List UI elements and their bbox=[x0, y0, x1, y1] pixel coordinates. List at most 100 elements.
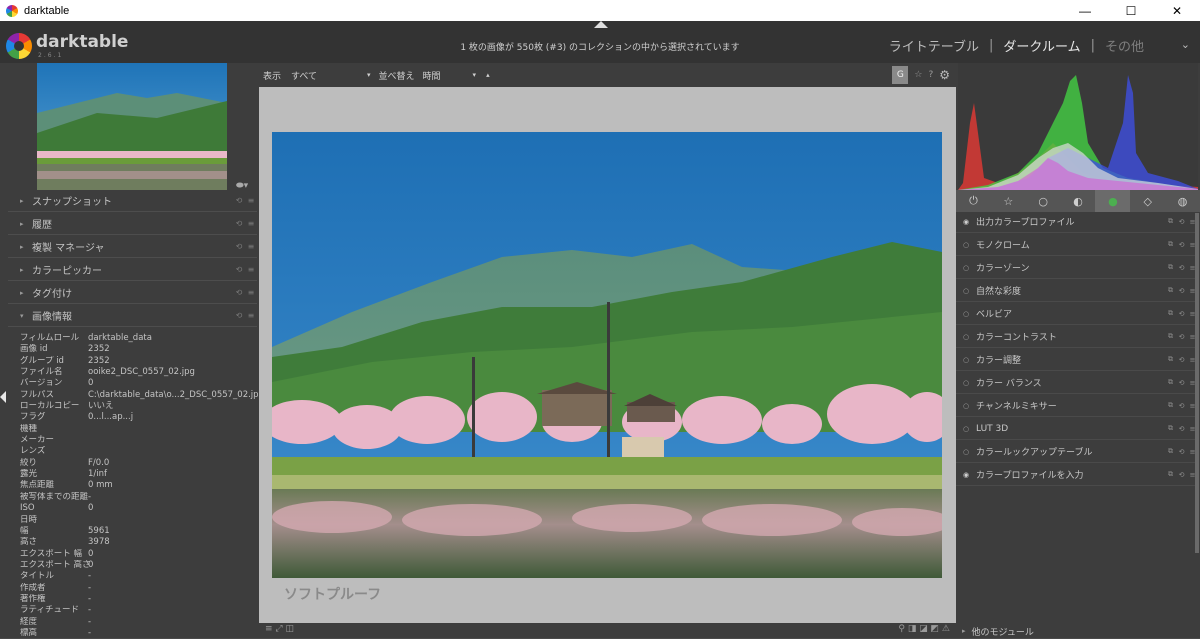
module-color-correction[interactable]: ○ カラー調整 ⧉ ⟲ ≡ bbox=[956, 349, 1198, 371]
presets-icon[interactable]: ≡ bbox=[245, 196, 257, 205]
reset-icon[interactable]: ⟲ bbox=[1176, 448, 1187, 456]
module-output-color-profile[interactable]: ◉ 出力カラープロファイル ⧉ ⟲ ≡ bbox=[956, 211, 1198, 233]
collapse-top-panel-arrow-icon[interactable] bbox=[594, 21, 608, 28]
help-icon[interactable]: ? bbox=[928, 70, 933, 80]
reset-icon[interactable]: ⟲ bbox=[233, 242, 245, 251]
module-power-icon[interactable]: ○ bbox=[956, 425, 976, 433]
panel-duplicate-manager[interactable]: ▸ 複製 マネージャ ⟲ ≡ bbox=[8, 236, 257, 258]
reset-icon[interactable]: ⟲ bbox=[1176, 241, 1187, 249]
reset-icon[interactable]: ⟲ bbox=[1176, 402, 1187, 410]
gear-icon[interactable]: ⚙ bbox=[939, 68, 950, 82]
more-modules-panel[interactable]: ▸ 他のモジュール bbox=[956, 624, 1200, 638]
bottom-left-icons[interactable]: ≡ ⤢ ◫ bbox=[265, 624, 294, 634]
module-vibrance[interactable]: ○ 自然な彩度 ⧉ ⟲ ≡ bbox=[956, 280, 1198, 302]
panel-snapshots[interactable]: ▸ スナップショット ⟲ ≡ bbox=[8, 190, 257, 212]
correct-group-icon[interactable]: ◇ bbox=[1130, 190, 1165, 212]
view-other[interactable]: その他 bbox=[1105, 36, 1144, 55]
module-channel-mixer[interactable]: ○ チャンネルミキサー ⧉ ⟲ ≡ bbox=[956, 395, 1198, 417]
reset-icon[interactable]: ⟲ bbox=[1176, 471, 1187, 479]
close-button[interactable]: ✕ bbox=[1154, 0, 1200, 21]
darkroom-canvas[interactable]: ソフトプルーフ bbox=[259, 87, 956, 623]
reset-icon[interactable]: ⟲ bbox=[1176, 356, 1187, 364]
bottom-right-icons[interactable]: ⚲ ◨ ◪ ◩ ⚠ bbox=[898, 624, 950, 634]
histogram[interactable] bbox=[958, 63, 1198, 190]
multi-instance-icon[interactable]: ⧉ bbox=[1165, 447, 1176, 456]
module-power-icon[interactable]: ○ bbox=[956, 379, 976, 387]
reset-icon[interactable]: ⟲ bbox=[233, 288, 245, 297]
circle-icon[interactable]: ○ bbox=[1026, 190, 1061, 212]
module-color-lookup-table[interactable]: ○ カラールックアップテーブル ⧉ ⟲ ≡ bbox=[956, 441, 1198, 463]
presets-icon[interactable]: ≡ bbox=[245, 288, 257, 297]
right-panel-scrollbar[interactable] bbox=[1195, 213, 1199, 553]
multi-instance-icon[interactable]: ⧉ bbox=[1165, 401, 1176, 410]
main-photo[interactable] bbox=[272, 132, 942, 578]
filter-dropdown[interactable]: すべて bbox=[291, 69, 363, 82]
reset-icon[interactable]: ⟲ bbox=[1176, 379, 1187, 387]
navigation-thumbnail[interactable] bbox=[37, 63, 227, 190]
view-lighttable[interactable]: ライトテーブル bbox=[889, 36, 979, 55]
multi-instance-icon[interactable]: ⧉ bbox=[1165, 332, 1176, 341]
module-power-icon[interactable]: ○ bbox=[956, 402, 976, 410]
presets-icon[interactable]: ≡ bbox=[245, 242, 257, 251]
module-input-color-profile[interactable]: ◉ カラープロファイルを入力 ⧉ ⟲ ≡ bbox=[956, 464, 1198, 486]
multi-instance-icon[interactable]: ⧉ bbox=[1165, 309, 1176, 318]
maximize-button[interactable]: ☐ bbox=[1108, 0, 1154, 21]
chevron-down-icon[interactable]: ⌄ bbox=[1181, 38, 1190, 51]
panel-tagging[interactable]: ▸ タグ付け ⟲ ≡ bbox=[8, 282, 257, 304]
panel-history[interactable]: ▸ 履歴 ⟲ ≡ bbox=[8, 213, 257, 235]
module-power-icon[interactable]: ○ bbox=[956, 356, 976, 364]
reset-icon[interactable]: ⟲ bbox=[233, 196, 245, 205]
info-key: メーカー bbox=[20, 435, 55, 446]
star-icon[interactable]: ☆ bbox=[991, 190, 1026, 212]
reset-icon[interactable]: ⟲ bbox=[1176, 218, 1187, 226]
reset-icon[interactable]: ⟲ bbox=[1176, 333, 1187, 341]
module-power-icon[interactable]: ○ bbox=[956, 333, 976, 341]
module-power-icon[interactable]: ◉ bbox=[956, 218, 976, 226]
collapse-left-panel-arrow-icon[interactable] bbox=[0, 391, 6, 403]
grouping-button[interactable]: G bbox=[892, 66, 909, 84]
power-icon[interactable]: ⏻ bbox=[956, 190, 991, 212]
effect-group-icon[interactable]: ◍ bbox=[1165, 190, 1200, 212]
reset-icon[interactable]: ⟲ bbox=[1176, 287, 1187, 295]
view-darkroom[interactable]: ダークルーム bbox=[1003, 36, 1080, 55]
multi-instance-icon[interactable]: ⧉ bbox=[1165, 286, 1176, 295]
reset-icon[interactable]: ⟲ bbox=[1176, 425, 1187, 433]
reset-icon[interactable]: ⟲ bbox=[1176, 264, 1187, 272]
panel-image-information[interactable]: ▾ 画像情報 ⟲ ≡ bbox=[8, 305, 257, 327]
reset-icon[interactable]: ⟲ bbox=[233, 311, 245, 320]
presets-icon[interactable]: ≡ bbox=[245, 265, 257, 274]
module-power-icon[interactable]: ○ bbox=[956, 264, 976, 272]
sort-dropdown[interactable]: 時間 bbox=[423, 69, 469, 82]
module-color-balance[interactable]: ○ カラー バランス ⧉ ⟲ ≡ bbox=[956, 372, 1198, 394]
filter-dropdown-arrow-icon[interactable]: ▾ bbox=[367, 71, 371, 79]
multi-instance-icon[interactable]: ⧉ bbox=[1165, 263, 1176, 272]
color-group-icon[interactable]: ● bbox=[1095, 190, 1131, 212]
multi-instance-icon[interactable]: ⧉ bbox=[1165, 355, 1176, 364]
multi-instance-icon[interactable]: ⧉ bbox=[1165, 424, 1176, 433]
multi-instance-icon[interactable]: ⧉ bbox=[1165, 240, 1176, 249]
reset-icon[interactable]: ⟲ bbox=[233, 265, 245, 274]
module-velvia[interactable]: ○ ベルビア ⧉ ⟲ ≡ bbox=[956, 303, 1198, 325]
multi-instance-icon[interactable]: ⧉ bbox=[1165, 217, 1176, 226]
module-color-zones[interactable]: ○ カラーゾーン ⧉ ⟲ ≡ bbox=[956, 257, 1198, 279]
module-lut-3d[interactable]: ○ LUT 3D ⧉ ⟲ ≡ bbox=[956, 418, 1198, 440]
star-icon[interactable]: ☆ bbox=[914, 70, 922, 80]
module-monochrome[interactable]: ○ モノクローム ⧉ ⟲ ≡ bbox=[956, 234, 1198, 256]
presets-icon[interactable]: ≡ bbox=[245, 219, 257, 228]
module-power-icon[interactable]: ○ bbox=[956, 448, 976, 456]
multi-instance-icon[interactable]: ⧉ bbox=[1165, 378, 1176, 387]
multi-instance-icon[interactable]: ⧉ bbox=[1165, 470, 1176, 479]
half-circle-icon[interactable]: ◐ bbox=[1061, 190, 1096, 212]
module-color-contrast[interactable]: ○ カラーコントラスト ⧉ ⟲ ≡ bbox=[956, 326, 1198, 348]
module-power-icon[interactable]: ◉ bbox=[956, 471, 976, 479]
reset-icon[interactable]: ⟲ bbox=[233, 219, 245, 228]
reset-icon[interactable]: ⟲ bbox=[1176, 310, 1187, 318]
sort-direction-icon[interactable]: ▴ bbox=[486, 71, 490, 79]
presets-icon[interactable]: ≡ bbox=[245, 311, 257, 320]
sort-dropdown-arrow-icon[interactable]: ▾ bbox=[473, 71, 477, 79]
module-power-icon[interactable]: ○ bbox=[956, 241, 976, 249]
module-power-icon[interactable]: ○ bbox=[956, 310, 976, 318]
module-power-icon[interactable]: ○ bbox=[956, 287, 976, 295]
panel-color-picker[interactable]: ▸ カラーピッカー ⟲ ≡ bbox=[8, 259, 257, 281]
minimize-button[interactable]: — bbox=[1062, 0, 1108, 21]
